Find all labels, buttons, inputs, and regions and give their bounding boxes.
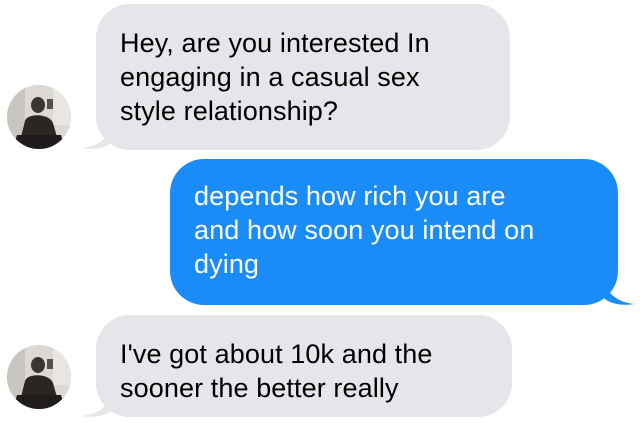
contact-avatar[interactable] bbox=[7, 85, 71, 149]
incoming-message-bubble[interactable]: I've got about 10k and the sooner the be… bbox=[96, 315, 512, 417]
outgoing-message-bubble[interactable]: depends how rich you are and how soon yo… bbox=[170, 159, 618, 305]
avatar-photo-icon bbox=[7, 345, 71, 409]
message-thread: Hey, are you interested In engaging in a… bbox=[0, 0, 640, 423]
contact-avatar[interactable] bbox=[7, 345, 71, 409]
incoming-message-bubble[interactable]: Hey, are you interested In engaging in a… bbox=[96, 4, 510, 150]
avatar-photo-icon bbox=[7, 85, 71, 149]
